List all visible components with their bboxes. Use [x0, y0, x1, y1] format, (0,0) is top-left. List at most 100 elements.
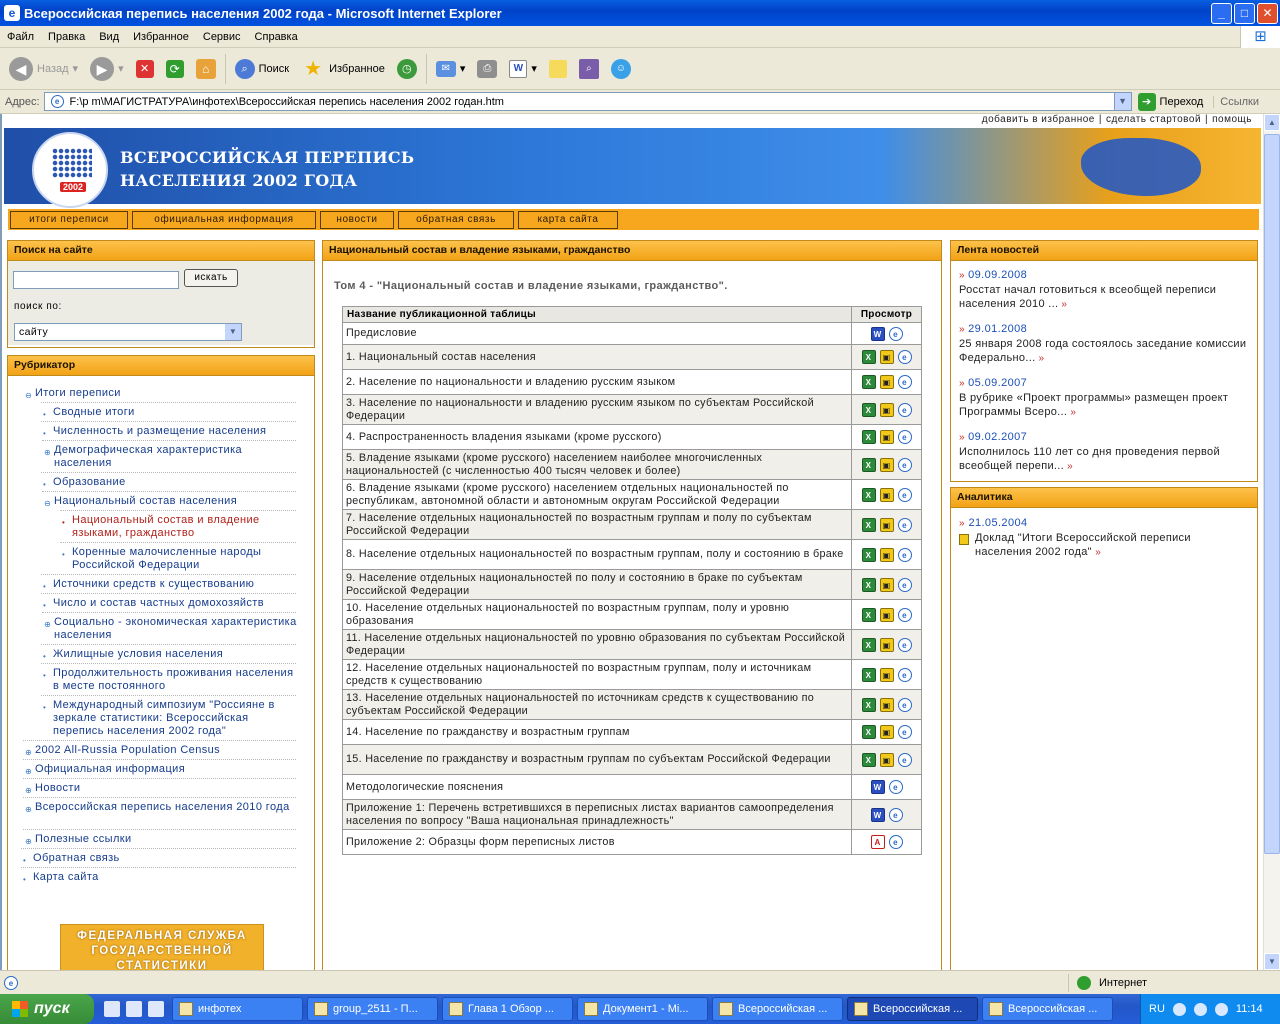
html-page-icon[interactable]: e [897, 607, 912, 622]
taskbar-task[interactable]: Глава 1 Обзор ... [442, 997, 573, 1021]
rubricator-item[interactable]: • Сводные итоги [43, 406, 302, 419]
page-scrollbar[interactable]: ▲ ▼ [1263, 114, 1280, 970]
rubricator-item[interactable]: ⊕ Всероссийская перепись населения 2010 г… [25, 801, 302, 814]
word-doc-icon[interactable]: W [870, 807, 885, 822]
presentation-icon[interactable]: ▣ [879, 350, 894, 364]
html-page-icon[interactable]: e [897, 577, 912, 592]
presentation-icon[interactable]: ▣ [879, 752, 894, 767]
rubricator-item[interactable]: • Источники средств к существованию [43, 578, 302, 591]
minimize-button[interactable]: _ [1211, 3, 1232, 24]
print-button[interactable]: ⎙ [474, 52, 500, 86]
html-page-icon[interactable]: e [897, 637, 912, 652]
add-favorites-link[interactable]: добавить в избранное [978, 114, 1099, 125]
rubricator-item[interactable]: • Национальный состав и владение языками,… [62, 514, 302, 540]
nav-results[interactable]: итоги переписи [10, 211, 128, 229]
html-page-icon[interactable]: e [897, 517, 912, 532]
html-page-icon[interactable]: e [897, 697, 912, 712]
start-button[interactable]: пуск [0, 994, 94, 1024]
taskbar-task[interactable]: инфотех [172, 997, 303, 1021]
html-page-icon[interactable]: e [897, 350, 912, 364]
news-text[interactable]: В рубрике «Проект программы» размещен пр… [959, 392, 1251, 419]
taskbar-task[interactable]: Всероссийская ... [847, 997, 978, 1021]
rubricator-item[interactable]: • Образование [43, 476, 302, 489]
table-title-cell[interactable]: 7. Население отдельных национальностей п… [342, 509, 852, 540]
table-title-cell[interactable]: 12. Население отдельных национальностей … [342, 659, 852, 690]
table-title-cell[interactable]: 3. Население по национальности и владени… [342, 394, 852, 425]
search-submit-button[interactable]: искать [184, 269, 238, 287]
presentation-icon[interactable]: ▣ [879, 725, 894, 739]
presentation-icon[interactable]: ▣ [879, 547, 894, 562]
quick-launch-icon[interactable] [126, 1001, 142, 1017]
excel-icon[interactable]: X [861, 457, 876, 472]
stop-button[interactable]: ✕ [133, 52, 157, 86]
excel-icon[interactable]: X [861, 577, 876, 592]
back-button[interactable]: ◀ Назад ▾ [6, 52, 81, 86]
html-page-icon[interactable]: e [897, 430, 912, 444]
maximize-button[interactable]: □ [1234, 3, 1255, 24]
mail-button[interactable]: ✉ ▾ [433, 52, 469, 86]
table-title-cell[interactable]: Приложение 1: Перечень встретившихся в п… [342, 799, 852, 830]
search-scope-select[interactable]: сайту ▼ [14, 323, 242, 341]
address-input[interactable]: e F:\p m\МАГИСТРАТУРА\инфотех\Всероссийс… [43, 92, 1132, 111]
table-title-cell[interactable]: 9. Население отдельных национальностей п… [342, 569, 852, 600]
html-page-icon[interactable]: e [897, 667, 912, 682]
favorites-button[interactable]: ★ Избранное [298, 52, 388, 86]
html-page-icon[interactable]: e [888, 326, 903, 341]
taskbar-task[interactable]: Всероссийская ... [982, 997, 1113, 1021]
rubricator-item[interactable]: ⊕ Полезные ссылки [25, 833, 302, 846]
analytics-item-text[interactable]: Доклад "Итоги Всероссийской переписи нас… [959, 532, 1245, 559]
go-button[interactable]: ➔ Переход [1137, 92, 1203, 111]
table-title-cell[interactable]: 6. Владение языками (кроме русского) нас… [342, 479, 852, 510]
analytics-item-date[interactable]: » 21.05.2004 [959, 517, 1028, 529]
messenger-button[interactable]: ☺ [608, 52, 634, 86]
presentation-icon[interactable]: ▣ [879, 402, 894, 417]
table-title-cell[interactable]: Предисловие [342, 322, 852, 345]
refresh-button[interactable]: ⟳ [163, 52, 187, 86]
table-title-cell[interactable]: 13. Население отдельных национальностей … [342, 689, 852, 720]
presentation-icon[interactable]: ▣ [879, 430, 894, 444]
tray-icon[interactable] [1172, 1002, 1186, 1016]
news-date[interactable]: » 09.09.2008 [959, 269, 1027, 281]
quick-launch-icon[interactable] [104, 1001, 120, 1017]
presentation-icon[interactable]: ▣ [879, 607, 894, 622]
table-title-cell[interactable]: Методологические пояснения [342, 774, 852, 800]
rubricator-item[interactable]: • Продолжительность проживания населения … [43, 667, 302, 693]
table-title-cell[interactable]: 14. Население по гражданству и возрастны… [342, 719, 852, 745]
discuss-button[interactable] [546, 52, 570, 86]
rubricator-item[interactable]: ⊖ Национальный состав населения [44, 495, 302, 508]
chevron-down-icon[interactable]: ▼ [1113, 93, 1131, 110]
html-page-icon[interactable]: e [897, 402, 912, 417]
html-page-icon[interactable]: e [888, 807, 903, 822]
excel-icon[interactable]: X [861, 697, 876, 712]
presentation-icon[interactable]: ▣ [879, 517, 894, 532]
excel-icon[interactable]: X [861, 547, 876, 562]
rubricator-item[interactable]: • Численность и размещение населения [43, 425, 302, 438]
menu-view[interactable]: Вид [92, 31, 126, 43]
presentation-icon[interactable]: ▣ [879, 637, 894, 652]
excel-icon[interactable]: X [861, 350, 876, 364]
rubricator-item[interactable]: • Карта сайта [23, 871, 302, 884]
nav-news[interactable]: новости [320, 211, 394, 229]
table-title-cell[interactable]: Приложение 2: Образцы форм переписных ли… [342, 829, 852, 855]
presentation-icon[interactable]: ▣ [879, 487, 894, 502]
html-page-icon[interactable]: e [897, 457, 912, 472]
nav-sitemap[interactable]: карта сайта [518, 211, 618, 229]
presentation-icon[interactable]: ▣ [879, 457, 894, 472]
excel-icon[interactable]: X [861, 607, 876, 622]
table-title-cell[interactable]: 2. Население по национальности и владени… [342, 369, 852, 395]
site-search-input[interactable] [13, 271, 179, 289]
close-button[interactable]: ✕ [1257, 3, 1278, 24]
presentation-icon[interactable]: ▣ [879, 697, 894, 712]
word-doc-icon[interactable]: W [870, 780, 885, 794]
search-button[interactable]: ⌕ Поиск [232, 52, 292, 86]
tray-icon[interactable] [1193, 1002, 1207, 1016]
taskbar-task[interactable]: group_2511 - П... [307, 997, 438, 1021]
news-text[interactable]: Исполнилось 110 лет со дня проведения пе… [959, 446, 1251, 473]
excel-icon[interactable]: X [861, 752, 876, 767]
research-button[interactable]: ⌕ [576, 52, 602, 86]
excel-icon[interactable]: X [861, 430, 876, 444]
excel-icon[interactable]: X [861, 487, 876, 502]
table-title-cell[interactable]: 1. Национальный состав населения [342, 344, 852, 370]
menu-file[interactable]: Файл [0, 31, 41, 43]
rubricator-item[interactable]: ⊕ Официальная информация [25, 763, 302, 776]
